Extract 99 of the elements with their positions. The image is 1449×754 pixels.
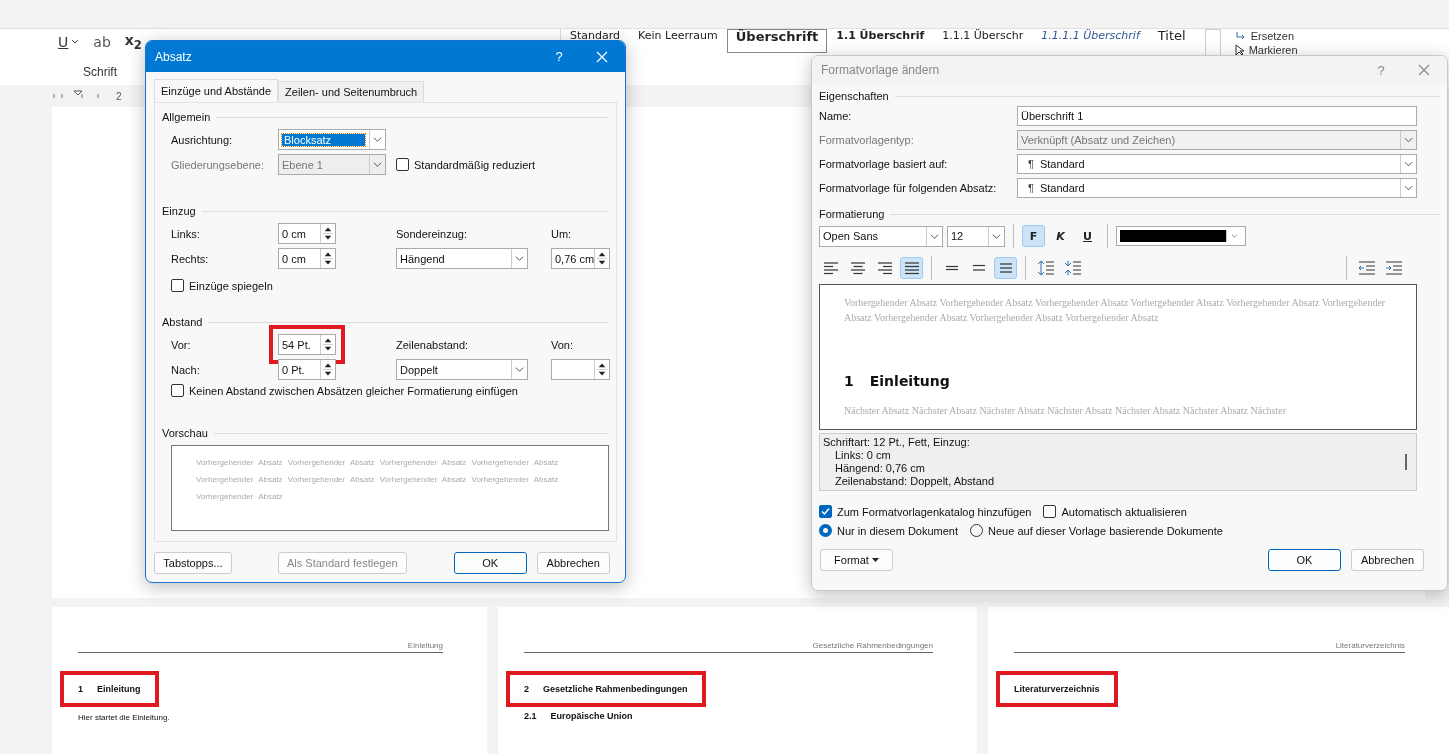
dialog-title: Absatz (155, 49, 193, 64)
dropdown-field[interactable]: ¶ Standard (1017, 154, 1417, 174)
text-field[interactable]: Überschrift 1 (1017, 106, 1417, 126)
caret-icon (71, 39, 80, 45)
checkbox[interactable] (396, 158, 409, 171)
field-label: Formatvorlage für folgenden Absatz: (819, 182, 998, 194)
underline-button[interactable]: U (1076, 225, 1099, 247)
radio-label: Neue auf dieser Vorlage basierende Dokumente (988, 524, 1223, 537)
dropdown-field[interactable]: Doppelt (396, 359, 528, 380)
description-line: Zeilenabstand: Doppelt, Abstand (834, 475, 995, 488)
font-dropdown[interactable]: Open Sans (819, 225, 943, 247)
section-heading: Einzug (162, 205, 196, 217)
font-button[interactable]: x$_{2}$ (122, 32, 144, 52)
field-label: Von: (551, 338, 575, 351)
field-label: Name: (819, 110, 853, 122)
style-gallery-item[interactable]: Überschrift (726, 29, 828, 53)
italic-button[interactable]: K (1049, 225, 1072, 247)
spin-field[interactable]: 0,76 cm (551, 248, 610, 269)
tab[interactable]: Zeilen- und Seitenumbruch (278, 81, 425, 102)
dialog-title: Formatvorlage ändern (821, 63, 941, 77)
description-line: Hängend: 0,76 cm (834, 462, 926, 475)
section-heading: Eigenschaften (819, 90, 889, 102)
description-line: Schriftart: 12 Pt., Fett, Einzug: (823, 436, 971, 449)
close-icon (1418, 64, 1430, 76)
spin-field[interactable]: 0 cm (278, 248, 336, 269)
spin-arrows-icon[interactable] (320, 224, 335, 243)
ruler-number: 2 (116, 90, 122, 102)
dialog-button[interactable]: OK (1268, 549, 1341, 571)
spin-arrows-icon[interactable] (320, 249, 335, 268)
font-button[interactable]: U (56, 33, 82, 50)
dropdown-field[interactable]: Hängend (396, 248, 528, 269)
group-label: Schrift (83, 65, 117, 79)
heading-text: Literaturverzeichnis (996, 671, 1118, 707)
heading-text: 1 Einleitung (60, 671, 159, 707)
spin-field[interactable]: 0 Pt. (278, 359, 336, 380)
field-label: Formatvorlage basiert auf: (819, 158, 949, 170)
spin-arrows-icon[interactable] (320, 360, 335, 379)
field-label: Vor: (171, 338, 192, 351)
page-header: Literaturverzeichnis (1014, 641, 1405, 653)
checkbox-label: Standardmäßig reduziert (414, 158, 536, 171)
field-label: Nach: (171, 363, 201, 376)
tab[interactable]: Einzüge und Abstände (154, 79, 279, 102)
radio-button[interactable] (819, 524, 832, 537)
preview-text: Vorhergehender Absatz Vorhergehender Absatz Vorhergehender Absatz Vorhergehender Absatz Vorhergehender Absatz Vorhergehender Absatz Vorhergehender Absatz Vorhergehender Absatz Vorhergehender Absatz (844, 296, 1386, 325)
checkbox-label: Einzüge spiegeln (189, 279, 273, 292)
section-heading: Formatierung (819, 208, 885, 220)
field-label: Formatvorlagentyp: (819, 134, 915, 146)
field-label: Um: (551, 227, 573, 240)
spin-arrows-icon[interactable] (320, 335, 335, 354)
spin-arrows-icon[interactable] (594, 249, 610, 268)
bold-button[interactable]: F (1022, 225, 1045, 247)
checkbox-label: Keinen Abstand zwischen Absätzen gleicher Formatierung einfügen (189, 384, 518, 397)
field-label: Links: (171, 227, 201, 240)
heading-text: 2.1 Europäische Union (524, 711, 633, 721)
preview-text: Nächster Absatz Nächster Absatz Nächster Absatz Nächster Absatz Nächster Absatz Nächster Absatz Nächster (844, 404, 1288, 418)
caret-icon (871, 558, 879, 562)
field-label: Sondereinzug: (396, 227, 468, 240)
checkbox[interactable] (171, 279, 184, 292)
size-dropdown[interactable]: 12 (947, 225, 1005, 247)
spin-arrows-icon[interactable] (594, 360, 609, 379)
section-heading: Allgemein (162, 111, 211, 123)
radio-label: Nur in diesem Dokument (837, 524, 959, 537)
preview-text: Vorhergehender Absatz Vorhergehender Absatz Vorhergehender Absatz Vorhergehender Absatz Vorhergehender Absatz Vorhergehender Absatz Vorhergehender Absatz Vorhergehender Absatz Vorhergehender Absatz (196, 457, 560, 503)
dropdown-field[interactable]: Blocksatz (278, 129, 386, 150)
preview-heading: Einleitung (869, 373, 950, 389)
replace-icon (1234, 31, 1247, 41)
section-heading: Abstand (162, 316, 203, 328)
spin-field[interactable] (551, 359, 610, 380)
dialog-button[interactable]: Tabstopps... (154, 552, 232, 574)
checkbox-label: Zum Formatvorlagenkatalog hinzufügen (837, 505, 1032, 518)
menu-button[interactable]: Format (820, 549, 893, 571)
dialog-button[interactable]: Abbrechen (1351, 549, 1424, 571)
dialog-button[interactable]: OK (453, 552, 527, 574)
field-label: Gliederungsebene: (171, 158, 265, 171)
heading-text: 2 Gesetzliche Rahmenbedingungen (506, 671, 706, 707)
font-color-dropdown[interactable] (1116, 226, 1246, 246)
align-justify-icon[interactable] (900, 257, 923, 279)
close-icon (596, 50, 608, 63)
description-line: Links: 0 cm (834, 449, 892, 462)
body-text: Hier startet die Einleitung. (78, 713, 170, 722)
checkbox[interactable] (1043, 505, 1057, 518)
checkbox[interactable] (819, 505, 832, 518)
font-button[interactable]: ab (91, 33, 113, 50)
scroll-thumb[interactable] (1405, 454, 1407, 470)
section-heading: Vorschau (162, 427, 208, 439)
ribbon-button[interactable]: Ersetzen (1234, 30, 1298, 42)
field-label: Zeilenabstand: (396, 338, 470, 351)
dropdown-field[interactable]: ¶ Standard (1017, 178, 1417, 198)
checkbox-label: Automatisch aktualisieren (1061, 505, 1187, 518)
field-label: Rechts: (171, 252, 210, 265)
page-header: Einleitung (78, 641, 443, 653)
dialog-button[interactable]: Abbrechen (536, 552, 610, 574)
ribbon-button[interactable]: Markieren (1234, 44, 1298, 56)
spin-field[interactable]: 0 cm (278, 223, 336, 244)
help-button[interactable]: ? (539, 49, 579, 64)
heading-number: 1 (844, 373, 854, 389)
checkbox[interactable] (171, 384, 184, 397)
page-header: Gesetzliche Rahmenbedingungen (524, 641, 933, 653)
field-label: Ausrichtung: (171, 133, 234, 146)
